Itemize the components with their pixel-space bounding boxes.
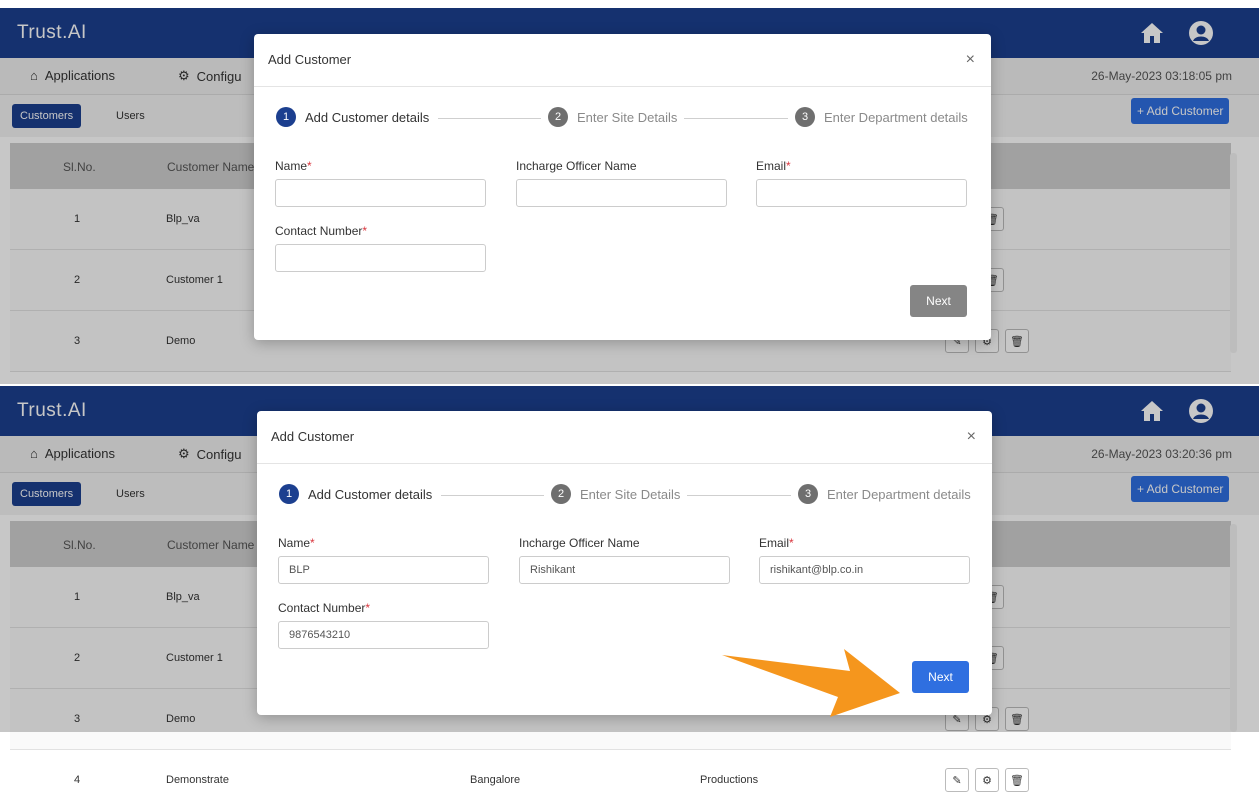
next-button[interactable]: Next [912,661,969,693]
close-icon[interactable]: × [966,51,975,69]
step-3: 3 Enter Department details [795,107,968,127]
screenshot-after: Trust.AI ⌂ Applications ⚙ Configu 26-May-2… [0,386,1259,794]
contact-label: Contact Number* [278,601,371,615]
screenshot-before: Trust.AI ⌂ Applications ⚙ Configu 26-May-2… [0,8,1259,384]
officer-input[interactable]: Rishikant [519,556,730,584]
scrollbar[interactable] [1230,153,1237,353]
arrow-icon [722,649,900,717]
step-2: 2 Enter Site Details [551,484,680,504]
delete-icon[interactable]: 🗑 [1005,768,1029,792]
email-label: Email* [756,159,791,173]
email-input[interactable] [756,179,967,207]
add-customer-modal: Add Customer × 1 Add Customer details 2 … [254,34,991,340]
contact-input[interactable]: 9876543210 [278,621,489,649]
contact-label: Contact Number* [275,224,368,238]
table-row[interactable]: 4 Demonstrate Bangalore Productions ✎ ⚙ … [10,750,1231,794]
step-1: 1 Add Customer details [279,484,432,504]
scrollbar[interactable] [1230,524,1237,732]
email-input[interactable]: rishikant@blp.co.in [759,556,970,584]
step-3: 3 Enter Department details [798,484,971,504]
next-button[interactable]: Next [910,285,967,317]
name-label: Name* [278,536,315,550]
officer-label: Incharge Officer Name [516,159,637,173]
name-input[interactable]: BLP [278,556,489,584]
contact-input[interactable] [275,244,486,272]
step-1: 1 Add Customer details [276,107,429,127]
name-label: Name* [275,159,312,173]
modal-title: Add Customer [271,429,355,444]
officer-input[interactable] [516,179,727,207]
stepper: 1 Add Customer details 2 Enter Site Deta… [276,107,968,131]
settings-icon[interactable]: ⚙ [975,768,999,792]
email-label: Email* [759,536,794,550]
close-icon[interactable]: × [967,428,976,446]
edit-icon[interactable]: ✎ [945,768,969,792]
stepper: 1 Add Customer details 2 Enter Site Deta… [279,484,971,508]
step-2: 2 Enter Site Details [548,107,677,127]
name-input[interactable] [275,179,486,207]
modal-title: Add Customer [268,52,352,67]
officer-label: Incharge Officer Name [519,536,640,550]
